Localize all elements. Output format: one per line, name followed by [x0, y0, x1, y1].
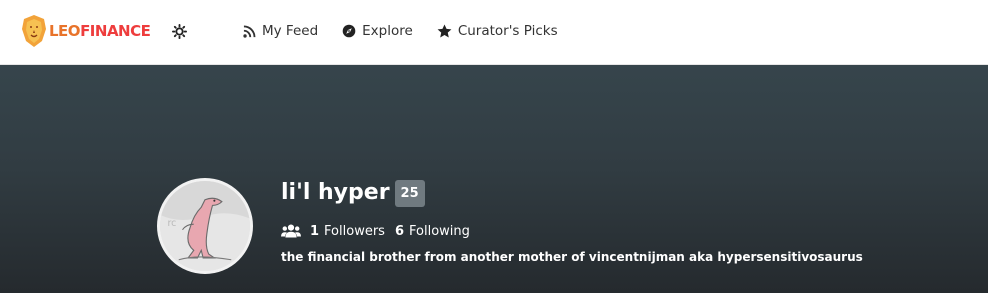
lion-logo-icon — [22, 15, 46, 47]
nav-curators-picks[interactable]: Curator's Picks — [437, 21, 558, 41]
profile-name-text: li'l hyper — [281, 180, 390, 205]
nav-my-feed[interactable]: My Feed — [243, 21, 318, 41]
following-link[interactable]: Following — [409, 224, 470, 239]
followers-link[interactable]: Followers — [324, 224, 385, 239]
nav-my-feed-label: My Feed — [262, 23, 319, 39]
compass-icon — [342, 24, 356, 38]
logo-text-finance: FINANCE — [80, 21, 151, 40]
logo-text-leo: LEO — [49, 21, 81, 40]
followers-count: 1 — [310, 223, 320, 239]
follow-stats: 1 Followers 6 Following — [281, 221, 480, 241]
following-count: 6 — [394, 223, 404, 239]
leofinance-logo[interactable]: LEOFINANCE — [20, 12, 151, 50]
dinosaur-drawing-icon: rc — [160, 181, 250, 271]
theme-toggle-button[interactable] — [169, 21, 189, 41]
top-navbar: LEOFINANCE My Feed Explore Curator's Pic… — [0, 0, 988, 65]
nav-explore[interactable]: Explore — [342, 21, 413, 41]
star-icon — [437, 24, 452, 38]
rss-icon — [243, 25, 256, 38]
sun-icon — [171, 23, 187, 39]
nav-explore-label: Explore — [362, 23, 413, 39]
svg-text:rc: rc — [168, 218, 177, 229]
profile-about: the financial brother from another mothe… — [281, 250, 863, 264]
reputation-badge: 25 — [394, 179, 425, 207]
users-icon — [281, 224, 301, 238]
nav-curators-picks-label: Curator's Picks — [457, 23, 558, 39]
profile-name: li'l hyper 25 — [281, 179, 425, 207]
main-nav: My Feed Explore Curator's Picks — [243, 21, 582, 41]
avatar[interactable]: rc — [157, 178, 253, 274]
